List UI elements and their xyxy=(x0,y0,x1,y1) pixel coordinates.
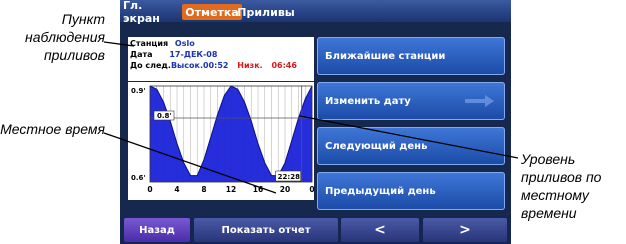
chevron-right-icon[interactable]: > xyxy=(423,218,507,242)
station-value: Oslo xyxy=(174,39,195,48)
callout-tide-level: Уровень приливов по местному времени xyxy=(521,151,602,221)
tab-mark[interactable]: Отметка xyxy=(182,4,242,20)
level-label: 0.8' xyxy=(157,112,172,120)
nearest-stations-button[interactable]: Ближайшие станции xyxy=(317,37,505,75)
prev-day-button[interactable]: Предыдущий день xyxy=(317,172,505,210)
tide-chart: 0.9' 0.6' 0.8' 22:28 0 4 8 12 16 20 0 xyxy=(128,82,314,200)
low-value: 06:46 xyxy=(271,61,297,70)
next-day-button[interactable]: Следующий день xyxy=(317,127,505,165)
date-value: 17-ДЕК-08 xyxy=(169,50,218,59)
change-date-label: Изменить дату xyxy=(325,95,411,107)
change-date-button[interactable]: Изменить дату xyxy=(317,82,505,120)
x-tick-label: 16 xyxy=(253,185,263,194)
x-tick-label: 20 xyxy=(280,185,290,194)
y-bottom-label: 0.6' xyxy=(131,174,146,182)
station-label: Станция xyxy=(130,39,169,48)
nearest-stations-label: Ближайшие станции xyxy=(325,50,446,62)
tab-home[interactable]: Гл. экран xyxy=(123,0,180,25)
x-tick-label: 0 xyxy=(147,185,152,194)
x-tick-label: 4 xyxy=(174,185,179,194)
high-value: 00:52 xyxy=(202,61,229,70)
show-report-button[interactable]: Показать отчет xyxy=(194,218,338,242)
chevron-left-icon[interactable]: < xyxy=(341,218,419,242)
x-tick-label: 12 xyxy=(226,185,236,194)
device-screen: Гл. экран Отметка Приливы Станция Oslo Д… xyxy=(120,0,511,244)
back-button[interactable]: Назад xyxy=(124,218,190,242)
prev-day-label: Предыдущий день xyxy=(325,185,436,197)
next-day-label: Следующий день xyxy=(325,140,428,152)
next-label: До след. xyxy=(130,61,171,70)
date-row: Дата 17-ДЕК-08 xyxy=(130,50,217,60)
callout-local-time: Местное время xyxy=(0,121,105,137)
x-tick-label: 8 xyxy=(201,185,206,194)
time-label: 22:28 xyxy=(278,173,300,181)
arrow-right-icon xyxy=(465,95,494,107)
tab-bar: Гл. экран Отметка Приливы xyxy=(120,0,511,25)
y-top-label: 0.9' xyxy=(131,87,146,95)
date-label: Дата xyxy=(130,50,153,59)
next-tide-row: До след.Высок.00:52 Низк. 06:46 xyxy=(130,61,297,71)
station-info-panel: Станция Oslo Дата 17-ДЕК-08 До след.Высо… xyxy=(128,37,314,81)
callout-station: Пункт наблюдения приливов xyxy=(25,11,105,63)
tab-tides[interactable]: Приливы xyxy=(237,4,294,20)
station-row: Станция Oslo xyxy=(130,39,195,49)
high-label: Высок. xyxy=(170,61,203,70)
low-label: Низк. xyxy=(237,61,263,70)
x-tick-label: 0 xyxy=(309,185,314,194)
bottom-bar: Назад Показать отчет < > xyxy=(120,216,511,244)
